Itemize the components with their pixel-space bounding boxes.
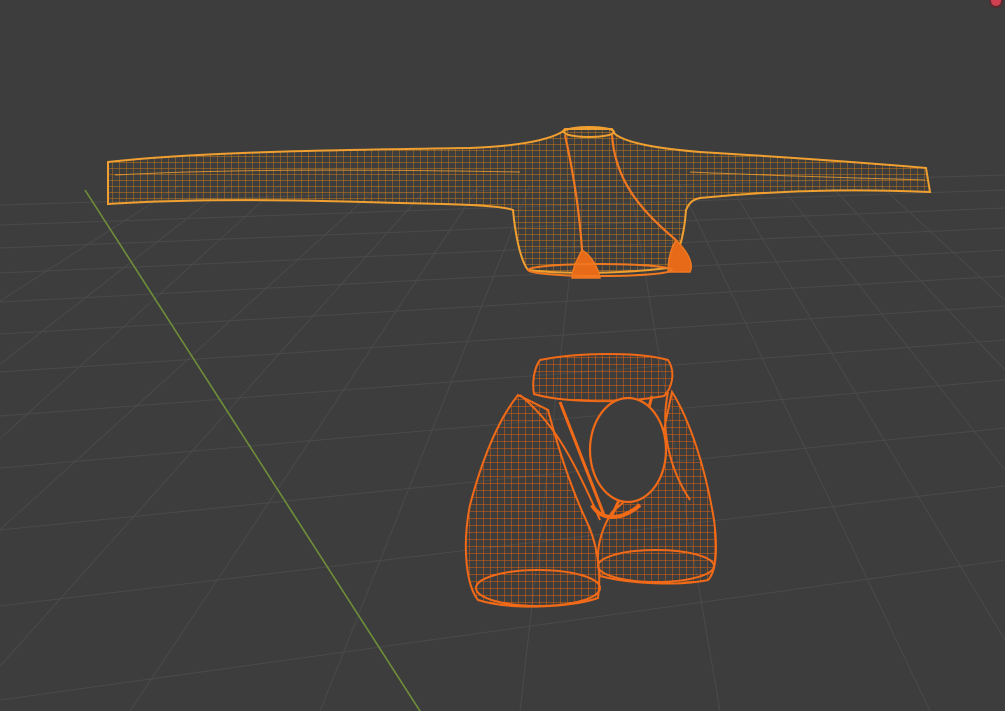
lower-garment-mesh[interactable] xyxy=(464,353,717,608)
y-axis-line xyxy=(84,189,421,711)
upper-garment-mesh[interactable] xyxy=(107,126,932,274)
3d-viewport[interactable] xyxy=(0,0,1005,711)
